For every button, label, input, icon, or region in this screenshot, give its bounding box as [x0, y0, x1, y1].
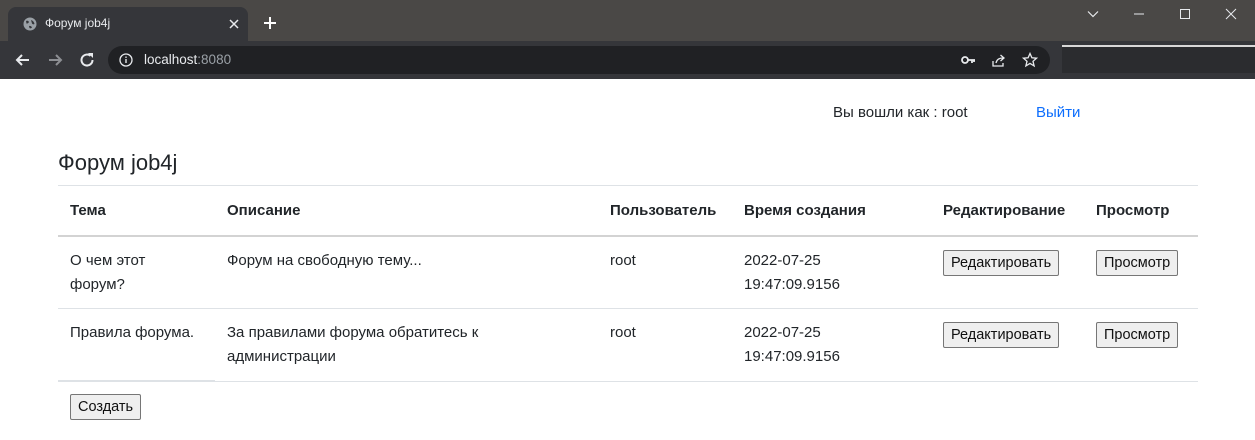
- table-row: Правила форума. За правилами форума обра…: [58, 308, 1198, 382]
- close-icon: [1225, 8, 1237, 20]
- close-window-button[interactable]: [1208, 0, 1254, 30]
- view-button[interactable]: Просмотр: [1096, 249, 1179, 276]
- cell-created: 2022-07-25 19:47:09.9156: [732, 235, 931, 309]
- address-bar[interactable]: localhost:8080: [108, 46, 1050, 74]
- cell-view: Просмотр: [1084, 308, 1198, 382]
- browser-toolbar: localhost:8080: [0, 41, 1255, 79]
- reload-icon[interactable]: [77, 50, 97, 70]
- browser-titlebar: Форум job4j: [0, 0, 1255, 41]
- header-view: Просмотр: [1084, 185, 1198, 237]
- cell-user: root: [598, 235, 732, 309]
- maximize-button[interactable]: [1162, 0, 1208, 30]
- maximize-icon: [1180, 9, 1190, 19]
- table-row: О чем этот форум? Форум на свободную тем…: [58, 235, 1198, 309]
- cell-description: Форум на свободную тему...: [215, 235, 598, 309]
- tab-title: Форум job4j: [45, 16, 111, 30]
- extensions-area: [1062, 47, 1255, 73]
- cell-topic: Правила форума.: [58, 308, 215, 382]
- url-port: :8080: [197, 52, 232, 67]
- browser-tab-active[interactable]: Форум job4j: [8, 7, 248, 41]
- edit-button[interactable]: Редактировать: [943, 249, 1060, 276]
- create-button[interactable]: Создать: [70, 394, 142, 420]
- cell-topic: О чем этот форум?: [58, 235, 215, 309]
- url-text[interactable]: localhost:8080: [144, 52, 231, 67]
- view-button[interactable]: Просмотр: [1096, 322, 1179, 348]
- cell-edit: Редактировать: [931, 235, 1084, 309]
- header-created: Время создания: [732, 185, 931, 237]
- logout-link[interactable]: Выйти: [1036, 104, 1080, 121]
- arrow-right-icon[interactable]: [45, 50, 65, 70]
- header-user: Пользователь: [598, 185, 732, 237]
- forum-table: Тема Описание Пользователь Время создани…: [58, 185, 1198, 382]
- header-description: Описание: [215, 185, 598, 237]
- tab-search-button[interactable]: [1070, 0, 1116, 30]
- header-topic: Тема: [58, 185, 215, 237]
- cell-user: root: [598, 308, 732, 382]
- header-edit: Редактирование: [931, 185, 1084, 237]
- page-title: Форум job4j: [58, 150, 178, 175]
- arrow-left-icon[interactable]: [13, 50, 33, 70]
- close-tab-icon[interactable]: [226, 16, 242, 32]
- cell-edit: Редактировать: [931, 308, 1084, 382]
- star-icon[interactable]: [1022, 52, 1038, 68]
- url-host: localhost: [144, 52, 198, 67]
- logged-in-text: Вы вошли как : root: [833, 104, 968, 121]
- share-icon[interactable]: [991, 52, 1007, 68]
- cell-created: 2022-07-25 19:47:09.9156: [732, 308, 931, 382]
- minimize-icon: [1134, 13, 1144, 15]
- edit-button[interactable]: Редактировать: [943, 322, 1060, 348]
- globe-icon: [23, 17, 37, 31]
- key-icon[interactable]: [960, 52, 976, 68]
- cell-view: Просмотр: [1084, 235, 1198, 309]
- table-header-row: Тема Описание Пользователь Время создани…: [58, 185, 1198, 237]
- cell-description: За правилами форума обратитесь к админис…: [215, 308, 598, 382]
- create-row-divider: [58, 380, 215, 381]
- chevron-down-icon: [1087, 11, 1099, 18]
- minimize-button[interactable]: [1116, 0, 1162, 30]
- new-tab-icon[interactable]: [262, 15, 278, 31]
- info-icon[interactable]: [119, 53, 133, 67]
